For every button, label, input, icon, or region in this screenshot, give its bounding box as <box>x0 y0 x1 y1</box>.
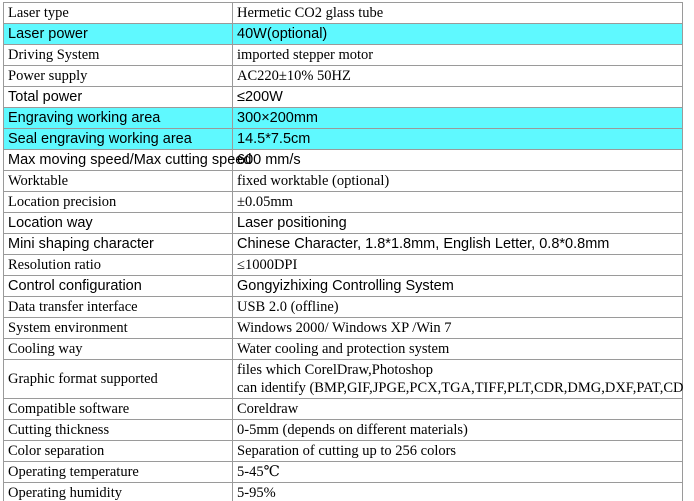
spec-label-cell: Data transfer interface <box>3 296 233 318</box>
table-row: Mini shaping character Chinese Character,… <box>3 233 683 255</box>
spec-value-cell: Separation of cutting up to 256 colors <box>232 440 683 462</box>
table-row: Max moving speed/Max cutting speed 600 mm… <box>3 149 683 171</box>
spec-label-cell: Color separation <box>3 440 233 462</box>
spec-value-cell: imported stepper motor <box>232 44 683 66</box>
spec-label-cell: Operating temperature <box>3 461 233 483</box>
spec-value-cell: ±0.05mm <box>232 191 683 213</box>
spec-value-cell: 0-5mm (depends on different materials) <box>232 419 683 441</box>
spec-value-line: files which CorelDraw,Photoshop <box>237 362 433 378</box>
table-row: Operating temperature 5-45℃ <box>3 461 683 483</box>
specifications-table: Laser type Hermetic CO2 glass tube Laser p… <box>3 2 683 501</box>
spec-value-cell: Water cooling and protection system <box>232 338 683 360</box>
spec-label-cell: Cooling way <box>3 338 233 360</box>
table-row: Engraving working area 300×200mm <box>3 107 683 129</box>
spec-label-cell: Laser type <box>3 2 233 24</box>
spec-label-cell: Total power <box>3 86 233 108</box>
spec-value-cell: 600 mm/s <box>232 149 683 171</box>
spec-label-cell: Operating humidity <box>3 482 233 501</box>
spec-label-cell: Driving System <box>3 44 233 66</box>
spec-label-cell: Laser power <box>3 23 233 45</box>
spec-value-cell: Laser positioning <box>232 212 683 234</box>
table-row: Compatible software Coreldraw <box>3 398 683 420</box>
spec-value-cell: 5-45℃ <box>232 461 683 483</box>
spec-value-cell: files which CorelDraw,Photoshop can ident… <box>232 359 684 399</box>
spec-label-cell: Cutting thickness <box>3 419 233 441</box>
spec-value-cell: 14.5*7.5cm <box>232 128 683 150</box>
spec-label-cell: Power supply <box>3 65 233 87</box>
spec-label-cell: Worktable <box>3 170 233 192</box>
table-row: System environment Windows 2000/ Windows … <box>3 317 683 339</box>
spec-label-cell: Compatible software <box>3 398 233 420</box>
spec-value-cell: Windows 2000/ Windows XP /Win 7 <box>232 317 683 339</box>
spec-label-cell: Location way <box>3 212 233 234</box>
table-row: Worktable fixed worktable (optional) <box>3 170 683 192</box>
spec-value-cell: fixed worktable (optional) <box>232 170 683 192</box>
specifications-table-body: Laser type Hermetic CO2 glass tube Laser p… <box>3 2 684 501</box>
spec-value-line: can identify (BMP,GIF,JPGE,PCX,TGA,TIFF,… <box>237 380 684 396</box>
spec-value-cell: 5-95% <box>232 482 683 501</box>
spec-value-cell: Coreldraw <box>232 398 683 420</box>
spec-value-cell: USB 2.0 (offline) <box>232 296 683 318</box>
table-row: Seal engraving working area 14.5*7.5cm <box>3 128 683 150</box>
spec-value-cell: 300×200mm <box>232 107 683 129</box>
table-row: Laser type Hermetic CO2 glass tube <box>3 2 683 24</box>
table-row: Power supply AC220±10% 50HZ <box>3 65 683 87</box>
table-row: Cooling way Water cooling and protection … <box>3 338 683 360</box>
spec-value-cell: Chinese Character, 1.8*1.8mm, English Le… <box>232 233 683 255</box>
spec-label-cell: Seal engraving working area <box>3 128 233 150</box>
spec-label-cell: System environment <box>3 317 233 339</box>
spec-label-cell: Control configuration <box>3 275 233 297</box>
table-row: Resolution ratio ≤1000DPI <box>3 254 683 276</box>
table-row: Operating humidity 5-95% <box>3 482 683 501</box>
spec-label-cell: Resolution ratio <box>3 254 233 276</box>
table-row: Location precision ±0.05mm <box>3 191 683 213</box>
spec-label-cell: Mini shaping character <box>3 233 233 255</box>
spec-value-cell: Hermetic CO2 glass tube <box>232 2 683 24</box>
spec-label-cell: Graphic format supported <box>3 359 233 399</box>
spec-value-cell: ≤200W <box>232 86 683 108</box>
spec-value-cell: Gongyizhixing Controlling System <box>232 275 683 297</box>
table-row: Location way Laser positioning <box>3 212 683 234</box>
table-row: Total power ≤200W <box>3 86 683 108</box>
table-row: Data transfer interface USB 2.0 (offline) <box>3 296 683 318</box>
table-row: Cutting thickness 0-5mm (depends on diffe… <box>3 419 683 441</box>
spec-label-cell: Engraving working area <box>3 107 233 129</box>
table-row: Graphic format supported files which Core… <box>3 359 684 399</box>
spec-value-cell: 40W(optional) <box>232 23 683 45</box>
table-row: Color separation Separation of cutting up… <box>3 440 683 462</box>
table-row: Laser power 40W(optional) <box>3 23 683 45</box>
spec-label-cell: Location precision <box>3 191 233 213</box>
spec-value-cell: AC220±10% 50HZ <box>232 65 683 87</box>
table-viewport: Laser type Hermetic CO2 glass tube Laser p… <box>0 0 694 501</box>
spec-value-cell: ≤1000DPI <box>232 254 683 276</box>
table-row: Control configuration Gongyizhixing Contr… <box>3 275 683 297</box>
spec-label-cell: Max moving speed/Max cutting speed <box>3 149 251 171</box>
table-row: Driving System imported stepper motor <box>3 44 683 66</box>
